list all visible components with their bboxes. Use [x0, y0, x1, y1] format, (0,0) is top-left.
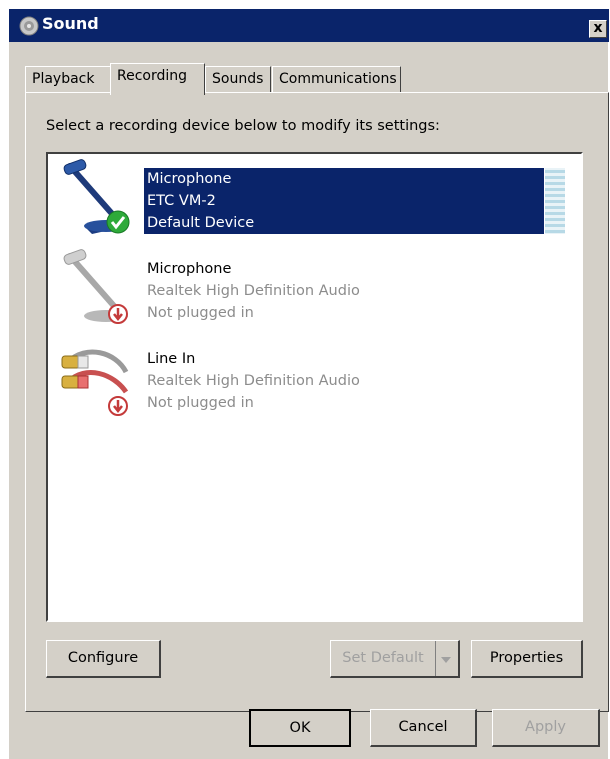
device-name: Microphone [147, 261, 232, 277]
device-description: Realtek High Definition Audio [147, 283, 360, 299]
ok-button[interactable]: OK [249, 709, 351, 747]
microphone-icon [63, 159, 130, 234]
tab-sounds[interactable]: Sounds [205, 66, 271, 92]
device-description: ETC VM-2 [147, 193, 216, 209]
device-status: Default Device [147, 215, 255, 231]
device-status: Not plugged in [147, 395, 254, 411]
device-name: Line In [147, 351, 196, 367]
tab-recording[interactable]: Recording [110, 63, 205, 95]
instruction-text: Select a recording device below to modif… [46, 118, 440, 134]
cancel-button[interactable]: Cancel [370, 709, 477, 747]
device-label-block: Microphone ETC VM-2 Default Device [144, 168, 544, 234]
list-item-microphone-etc[interactable]: Microphone ETC VM-2 Default Device [48, 154, 581, 242]
tab-playback[interactable]: Playback [25, 66, 113, 92]
microphone-icon [63, 249, 128, 324]
recording-device-list[interactable]: Microphone ETC VM-2 Default Device Micro… [46, 152, 583, 622]
device-label-block: Line In Realtek High Definition Audio No… [144, 348, 544, 414]
close-button[interactable]: x [589, 20, 607, 38]
tab-communications[interactable]: Communications [272, 66, 401, 92]
list-item-line-in[interactable]: Line In Realtek High Definition Audio No… [48, 334, 581, 422]
title-bar[interactable]: Sound x [9, 9, 609, 42]
properties-button[interactable]: Properties [471, 640, 583, 678]
device-description: Realtek High Definition Audio [147, 373, 360, 389]
configure-button[interactable]: Configure [46, 640, 161, 678]
device-status: Not plugged in [147, 305, 254, 321]
apply-button[interactable]: Apply [492, 709, 600, 747]
line-in-cable-icon [61, 349, 129, 416]
device-name: Microphone [147, 171, 232, 187]
list-item-microphone-realtek[interactable]: Microphone Realtek High Definition Audio… [48, 244, 581, 332]
device-label-block: Microphone Realtek High Definition Audio… [144, 258, 544, 324]
window-title: Sound [42, 14, 99, 33]
set-default-label: Set Default [342, 650, 424, 666]
chevron-down-icon[interactable] [435, 641, 457, 676]
level-meter [545, 168, 565, 234]
set-default-split-button[interactable]: Set Default [330, 640, 460, 678]
speaker-icon [19, 16, 39, 36]
